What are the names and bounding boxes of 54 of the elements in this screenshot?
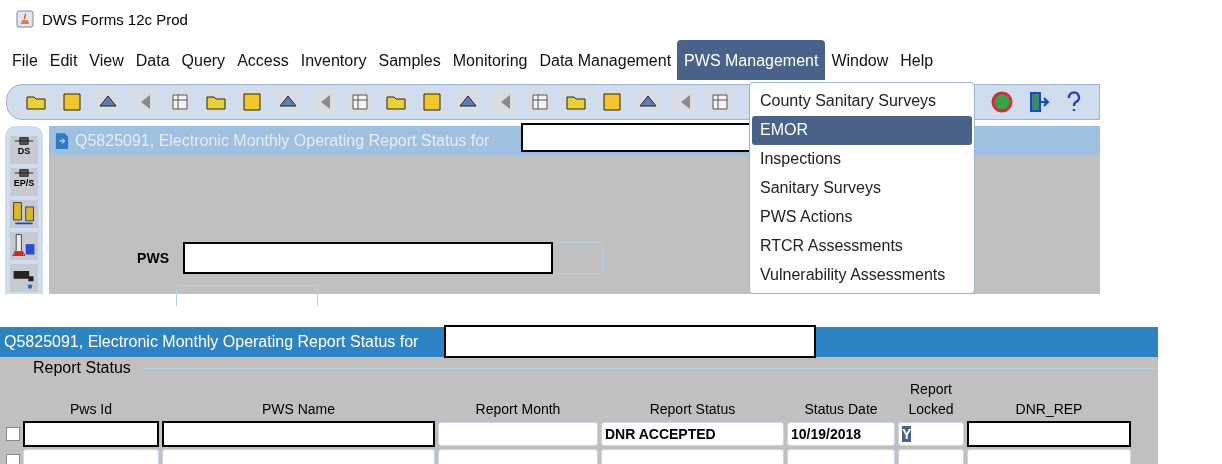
report-window-title: Q5825091, Electronic Monthly Operating Report Status for — [3, 333, 419, 351]
sidebar-tool[interactable] — [10, 232, 38, 260]
sidebar-tool[interactable]: EP/S — [10, 168, 38, 196]
column-header: Pws Id — [69, 400, 113, 419]
table-cell[interactable]: DNR ACCEPTED — [601, 422, 784, 446]
menu-item[interactable]: Data — [129, 40, 176, 80]
sidebar-tool[interactable] — [10, 200, 38, 228]
column-header: PWS Name — [260, 400, 337, 419]
form-icon — [55, 131, 69, 150]
beaker-icon — [11, 232, 37, 258]
app-icon — [16, 10, 34, 28]
column-header: Report Status — [648, 400, 737, 419]
menu-item[interactable]: Window — [825, 40, 895, 80]
icon-label: DS — [17, 146, 31, 156]
table-cell[interactable] — [23, 421, 159, 447]
cylinders-icon — [11, 200, 37, 226]
menu-item[interactable]: PWS Management — [677, 40, 826, 80]
menu-item[interactable]: Edit — [43, 40, 84, 80]
menu-item[interactable]: Samples — [372, 40, 447, 80]
input-field[interactable] — [176, 285, 318, 306]
menu-item[interactable]: RTCR Assessments — [752, 231, 972, 261]
menu-item[interactable]: Sanitary Surveys — [752, 173, 972, 203]
menu-item[interactable]: File — [6, 40, 44, 80]
icon-label: EP/S — [13, 178, 35, 188]
menu-item[interactable]: Inventory — [294, 40, 373, 80]
menu-item[interactable]: View — [83, 40, 130, 80]
input-field[interactable] — [183, 242, 603, 274]
menu-item[interactable]: Inspections — [752, 144, 972, 174]
open-folder-icon[interactable] — [23, 89, 49, 115]
column-header: Report Locked — [907, 380, 955, 419]
menu-item[interactable]: Vulnerability Assessments — [752, 260, 972, 289]
sidebar-tool[interactable]: DS — [10, 136, 38, 164]
checkbox[interactable] — [6, 427, 20, 441]
menu-item[interactable]: PWS Actions — [752, 202, 972, 232]
menu-item[interactable]: EMOR — [752, 115, 972, 145]
table-cell[interactable] — [967, 421, 1131, 447]
form-window-title: Q5825091, Electronic Monthly Operating Report Status for — [75, 131, 490, 150]
menu-item[interactable]: Monitoring — [446, 40, 534, 80]
section-title: Report Status — [32, 359, 132, 377]
window-title: DWS Forms 12c Prod — [42, 10, 188, 28]
column-header: Status Date — [803, 400, 879, 419]
column-header: DNR_REP — [1014, 400, 1084, 419]
checkbox[interactable] — [6, 454, 20, 464]
table-cell[interactable] — [162, 421, 435, 447]
table-cell[interactable]: 10/19/2018 — [787, 422, 895, 446]
field-label: PWS — [136, 250, 169, 266]
menu-item[interactable]: County Sanitary Surveys — [752, 87, 972, 116]
menu-item[interactable]: Access — [231, 40, 295, 80]
menu-item[interactable]: Query — [175, 40, 232, 80]
table-cell[interactable]: Y — [898, 422, 964, 446]
menu-item[interactable]: Data Management — [533, 40, 678, 80]
sidebar-tool[interactable] — [10, 264, 38, 292]
menu-item[interactable]: Help — [894, 40, 940, 80]
column-header: Report Month — [474, 400, 562, 419]
